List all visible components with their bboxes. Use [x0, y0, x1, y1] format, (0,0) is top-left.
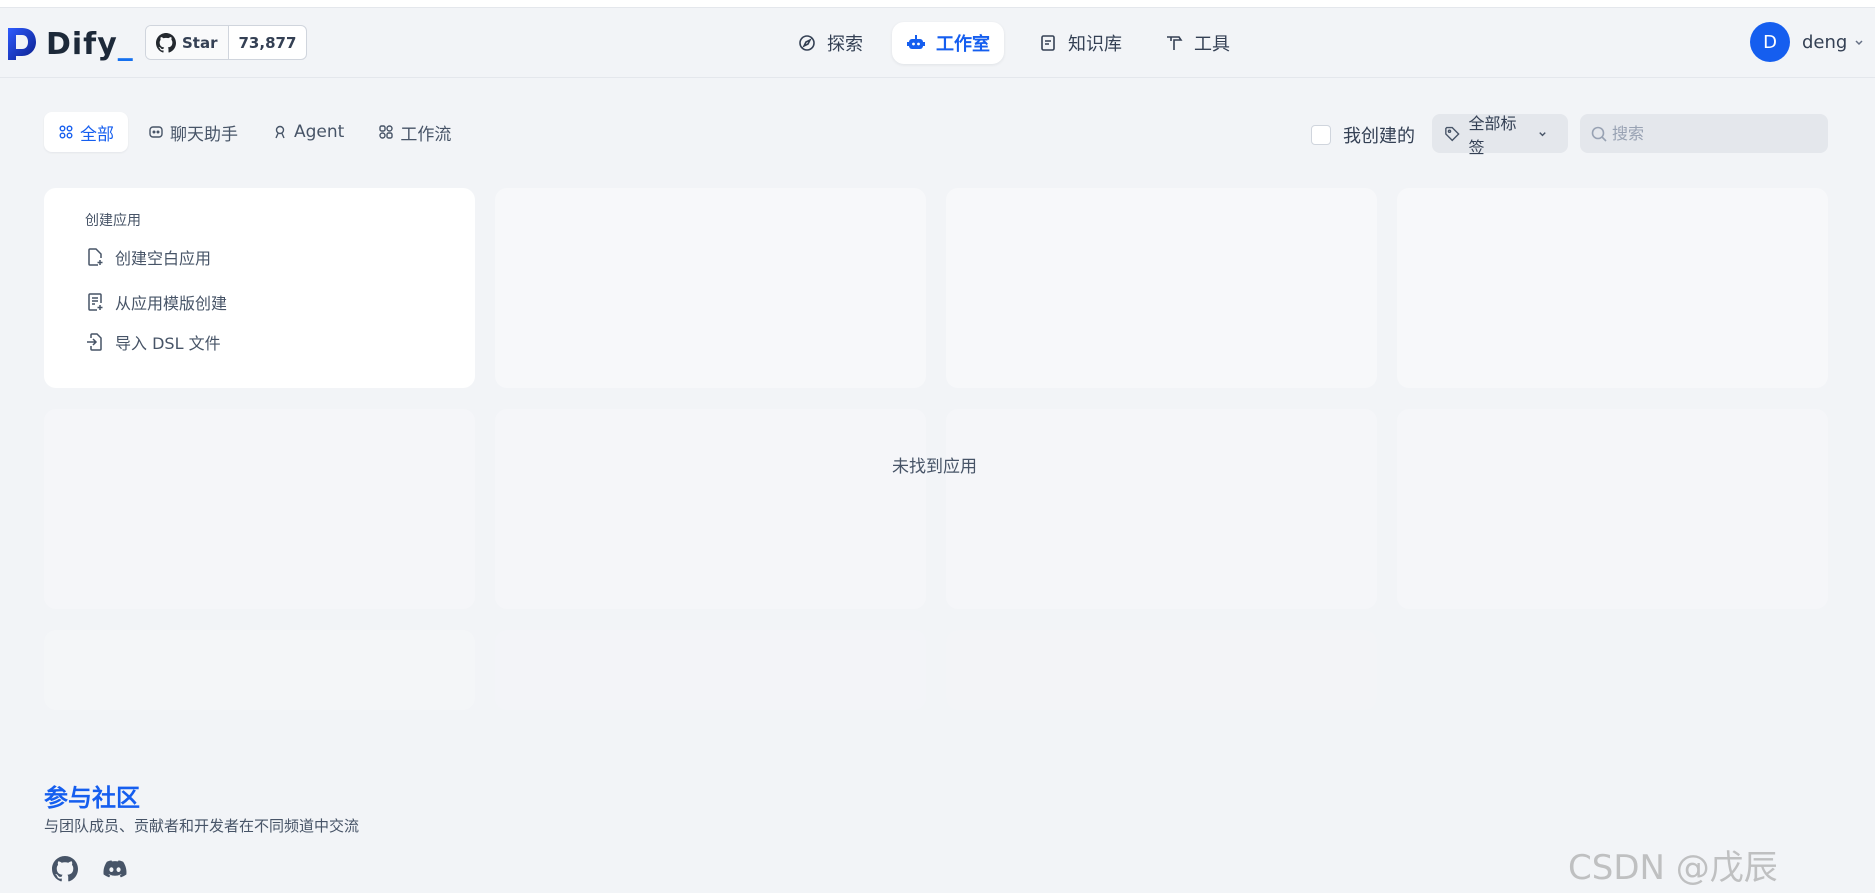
- dify-logo-icon: [8, 28, 36, 60]
- hammer-icon: [1167, 36, 1183, 50]
- brand-name: Dify_: [46, 26, 134, 62]
- tab-agent[interactable]: Agent: [258, 112, 358, 152]
- search-icon: [1591, 126, 1607, 142]
- grid-icon: [59, 125, 73, 139]
- nav-tools-label: 工具: [1194, 34, 1230, 55]
- chat-bubble-icon: [149, 126, 163, 138]
- import-dsl-label: 导入 DSL 文件: [115, 334, 221, 353]
- github-icon: [156, 32, 176, 53]
- create-from-template-button[interactable]: 从应用模版创建: [85, 290, 227, 314]
- chevron-down-icon: [1539, 131, 1546, 136]
- nav-studio[interactable]: 工作室: [892, 22, 1004, 64]
- user-menu[interactable]: D deng: [1750, 22, 1865, 62]
- tab-all-label: 全部: [80, 124, 114, 145]
- import-file-icon: [87, 333, 102, 351]
- app-card-placeholder: [44, 409, 475, 609]
- app-card-placeholder: [495, 409, 926, 609]
- book-icon: [1041, 35, 1055, 51]
- agent-icon: [275, 125, 285, 139]
- created-by-me-label: 我创建的: [1343, 126, 1415, 147]
- app-card-placeholder: [1397, 188, 1828, 388]
- username[interactable]: deng: [1802, 32, 1847, 53]
- file-plus-icon: [88, 248, 103, 266]
- app-card-placeholder: [1397, 630, 1828, 710]
- robot-icon: [907, 35, 925, 49]
- nav-knowledge-label: 知识库: [1068, 34, 1122, 55]
- app-card-placeholder: [946, 409, 1377, 609]
- app-card-placeholder: [946, 630, 1377, 710]
- nav-knowledge[interactable]: 知识库: [1024, 22, 1136, 64]
- tab-chatbot[interactable]: 聊天助手: [134, 112, 252, 152]
- app-card-placeholder: [44, 630, 475, 710]
- github-star-label: Star: [182, 33, 218, 52]
- top-navigation-bar: Dify_ Star 73,877 探索 工作室 知识库 工具 D deng: [0, 8, 1875, 78]
- community-description: 与团队成员、贡献者和开发者在不同频道中交流: [44, 817, 360, 835]
- app-card-placeholder: [946, 188, 1377, 388]
- app-card-placeholder: [495, 630, 926, 710]
- github-star-label-area[interactable]: Star: [146, 26, 229, 59]
- discord-icon[interactable]: [102, 856, 128, 882]
- created-by-me-checkbox[interactable]: [1311, 125, 1331, 145]
- created-by-me-filter[interactable]: 我创建的: [1311, 122, 1415, 148]
- compass-icon: [799, 35, 815, 51]
- window-top-strip: [0, 0, 1875, 8]
- tag-icon: [1445, 126, 1460, 141]
- create-blank-app-button[interactable]: 创建空白应用: [85, 245, 211, 269]
- chevron-down-icon[interactable]: [1853, 36, 1865, 48]
- community-title: 参与社区: [44, 784, 140, 812]
- search-input[interactable]: [1612, 124, 1812, 143]
- avatar[interactable]: D: [1750, 22, 1790, 62]
- watermark: CSDN @戊辰happy: [1568, 848, 1778, 893]
- tag-filter-select[interactable]: 全部标签: [1432, 114, 1568, 157]
- app-card-placeholder: [1397, 409, 1828, 609]
- tag-filter-label: 全部标签: [1468, 113, 1517, 157]
- tab-all[interactable]: 全部: [44, 112, 128, 152]
- tab-workflow[interactable]: 工作流: [364, 112, 465, 152]
- create-app-title: 创建应用: [85, 213, 141, 229]
- search-box[interactable]: [1580, 114, 1828, 153]
- empty-state-message: 未找到应用: [892, 457, 977, 477]
- nav-studio-label: 工作室: [936, 34, 990, 55]
- create-from-template-label: 从应用模版创建: [115, 294, 228, 313]
- app-card-placeholder: [495, 188, 926, 388]
- dify-logo[interactable]: Dify_: [6, 26, 134, 62]
- nav-explore-label: 探索: [827, 34, 863, 55]
- template-icon: [88, 293, 103, 311]
- github-icon[interactable]: [52, 856, 78, 882]
- github-star-count[interactable]: 73,877: [229, 26, 307, 59]
- create-app-card: 创建应用 创建空白应用 从应用模版创建 导入 DSL 文件: [44, 188, 475, 388]
- nav-tools[interactable]: 工具: [1150, 22, 1244, 64]
- nav-explore[interactable]: 探索: [783, 22, 877, 64]
- app-type-tabs: 全部 聊天助手 Agent 工作流: [44, 112, 471, 152]
- github-star-button[interactable]: Star 73,877: [145, 25, 308, 60]
- tab-workflow-label: 工作流: [400, 124, 452, 145]
- tab-chatbot-label: 聊天助手: [170, 124, 238, 145]
- workflow-icon: [379, 125, 394, 139]
- import-dsl-button[interactable]: 导入 DSL 文件: [85, 330, 221, 354]
- create-blank-app-label: 创建空白应用: [115, 249, 212, 268]
- tab-agent-label: Agent: [294, 122, 345, 142]
